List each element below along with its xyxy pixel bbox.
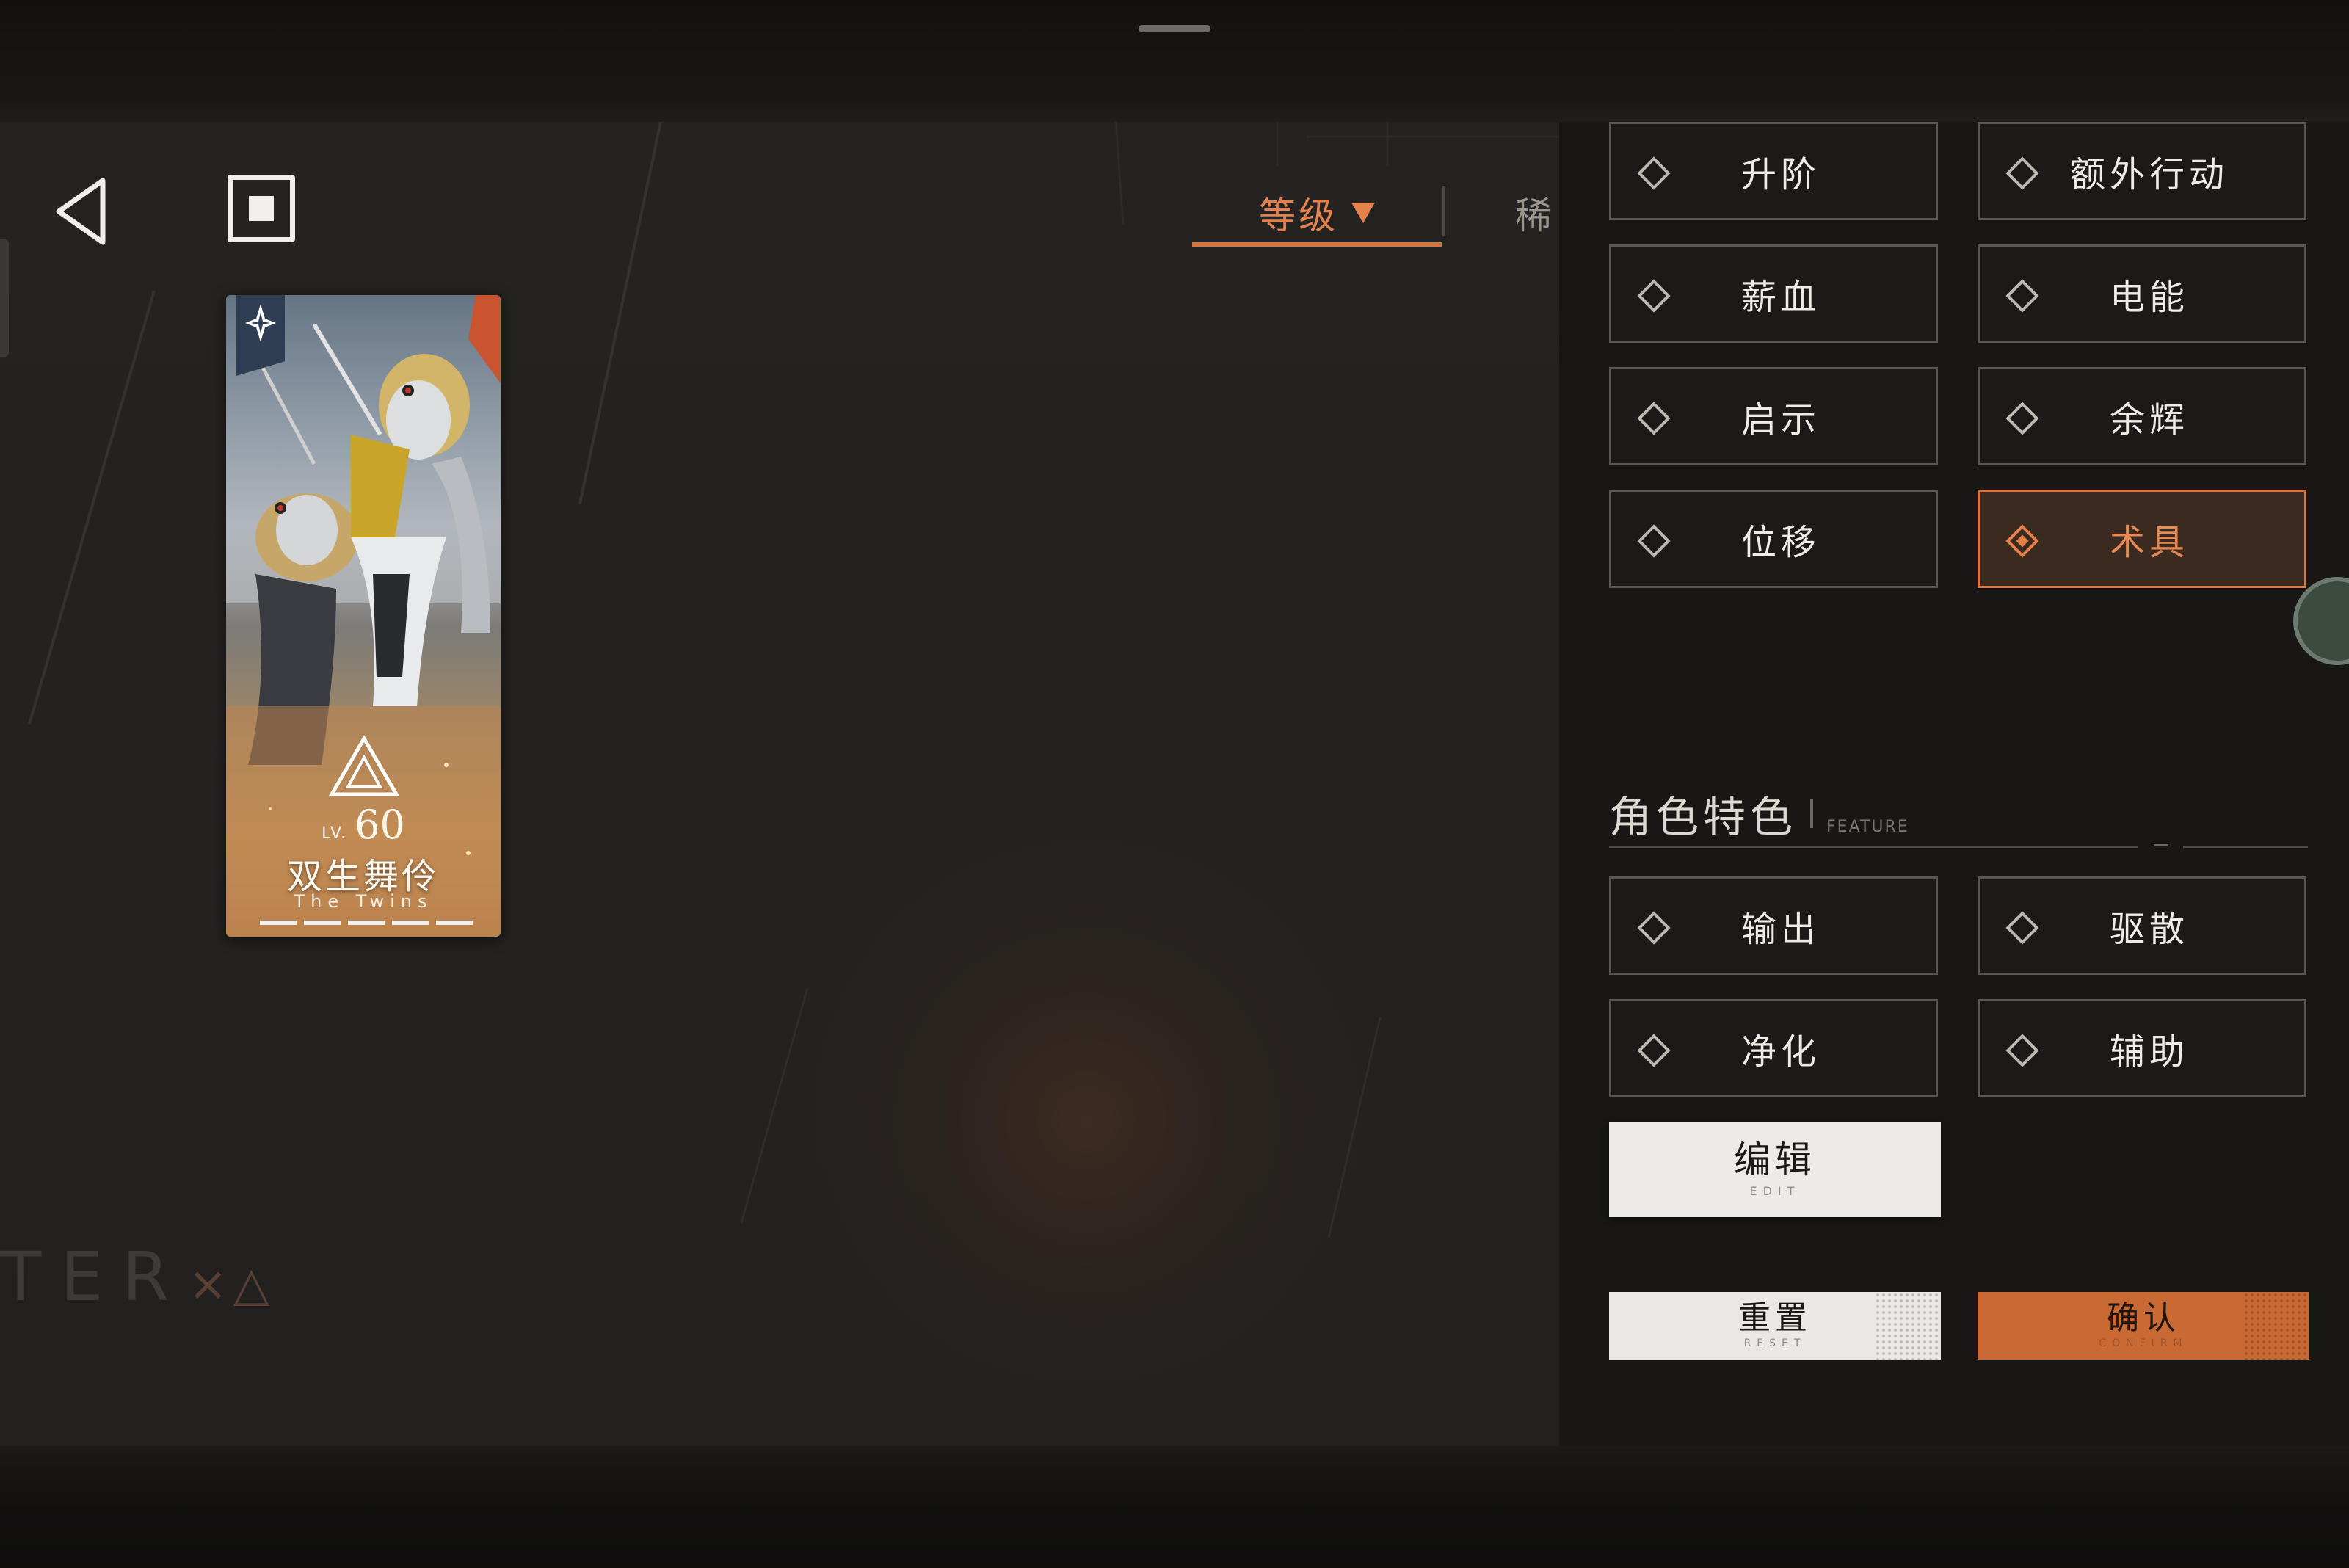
edit-button-label: 编辑 [1734, 1138, 1816, 1181]
rank-bars [260, 921, 473, 925]
option-label: 术具 [2109, 522, 2189, 563]
option-label: 薪血 [1740, 277, 1820, 318]
reset-button[interactable]: 重置 RESET [1609, 1292, 1941, 1360]
option-label: 额外行动 [2069, 154, 2229, 195]
feature-option-output[interactable]: 输出 [1609, 876, 1938, 975]
level-value: 60 [355, 802, 405, 848]
option-label: 驱散 [2109, 909, 2189, 950]
filter-option-electric[interactable]: 电能 [1978, 244, 2306, 343]
title-separator [1810, 799, 1814, 828]
option-label: 辅助 [2109, 1031, 2189, 1072]
watermark-text: TER [0, 1238, 189, 1316]
tab-rarity[interactable]: 稀 [1515, 179, 1552, 247]
option-label: 升阶 [1740, 154, 1820, 195]
filter-option-instrument[interactable]: 术具 [1978, 490, 2306, 588]
floating-chat-icon[interactable] [2293, 577, 2349, 665]
feature-option-support[interactable]: 辅助 [1978, 999, 2306, 1097]
section-title-cn: 角色特色 [1609, 792, 1798, 842]
drag-handle[interactable] [1139, 25, 1210, 32]
section-divider-dash [2154, 844, 2168, 846]
tab-level[interactable]: 等级 [1192, 179, 1442, 247]
option-label: 输出 [1740, 909, 1820, 950]
sort-down-arrow-icon [1351, 203, 1375, 223]
character-card[interactable]: LV. 60 双生舞伶 The Twins [226, 295, 501, 937]
reset-button-label: 重置 [1738, 1299, 1812, 1337]
card-level: LV. 60 [226, 802, 501, 848]
confirm-button[interactable]: 确认 CONFIRM [1978, 1292, 2309, 1360]
button-texture [1875, 1292, 1941, 1360]
top-system-bar [0, 0, 2349, 122]
back-triangle-icon[interactable] [51, 175, 110, 248]
filter-option-revelation[interactable]: 启示 [1609, 367, 1938, 465]
feature-section-title: 角色特色 FEATURE [1609, 783, 1909, 844]
section-divider [1609, 846, 2138, 848]
bottom-system-bar [0, 1446, 2349, 1568]
filter-option-blood[interactable]: 薪血 [1609, 244, 1938, 343]
character-subtitle: The Twins [294, 891, 433, 912]
stop-square-icon[interactable] [228, 175, 295, 242]
feature-option-dispel[interactable]: 驱散 [1978, 876, 2306, 975]
filter-option-ascend[interactable]: 升阶 [1609, 122, 1938, 220]
confirm-button-label: 确认 [2107, 1299, 2180, 1337]
feature-option-purify[interactable]: 净化 [1609, 999, 1938, 1097]
edit-button[interactable]: 编辑 EDIT [1609, 1122, 1941, 1217]
background-watermark: TER×△ [0, 1238, 275, 1316]
class-triangle-icon [329, 736, 399, 796]
rank-bar [348, 921, 385, 925]
filter-option-displacement[interactable]: 位移 [1609, 490, 1938, 588]
option-label: 位移 [1740, 522, 1820, 563]
option-label: 余辉 [2109, 399, 2189, 440]
rank-bar [304, 921, 341, 925]
level-prefix: LV. [322, 824, 348, 843]
section-divider [2183, 846, 2308, 848]
button-texture [2243, 1292, 2309, 1360]
watermark-mark: ×△ [188, 1257, 276, 1312]
rank-bar [260, 921, 297, 925]
filter-option-extra-action[interactable]: 额外行动 [1978, 122, 2306, 220]
compass-star-icon [245, 304, 276, 342]
game-screen: TER×△ 等级 稀 LV. 60 双生舞伶 The Twins 升阶 额外行动… [0, 122, 2349, 1446]
edit-button-sub: EDIT [1749, 1183, 1801, 1198]
rank-bar [392, 921, 429, 925]
section-title-en: FEATURE [1826, 818, 1909, 836]
filter-option-afterglow[interactable]: 余辉 [1978, 367, 2306, 465]
option-label: 电能 [2109, 277, 2189, 318]
option-label: 净化 [1740, 1031, 1820, 1072]
sort-tabs: 等级 稀 [1192, 179, 1559, 247]
filter-panel: 中等 模式 升阶 额外行动 薪血 电能 启示 余辉 [1559, 122, 2349, 1446]
rank-bar [436, 921, 473, 925]
tab-divider [1442, 186, 1445, 236]
tab-level-label: 等级 [1259, 195, 1338, 237]
confirm-button-sub: CONFIRM [2099, 1337, 2188, 1349]
option-label: 启示 [1740, 399, 1820, 440]
reset-button-sub: RESET [1743, 1337, 1807, 1349]
active-tab-indicator [1192, 242, 1442, 247]
